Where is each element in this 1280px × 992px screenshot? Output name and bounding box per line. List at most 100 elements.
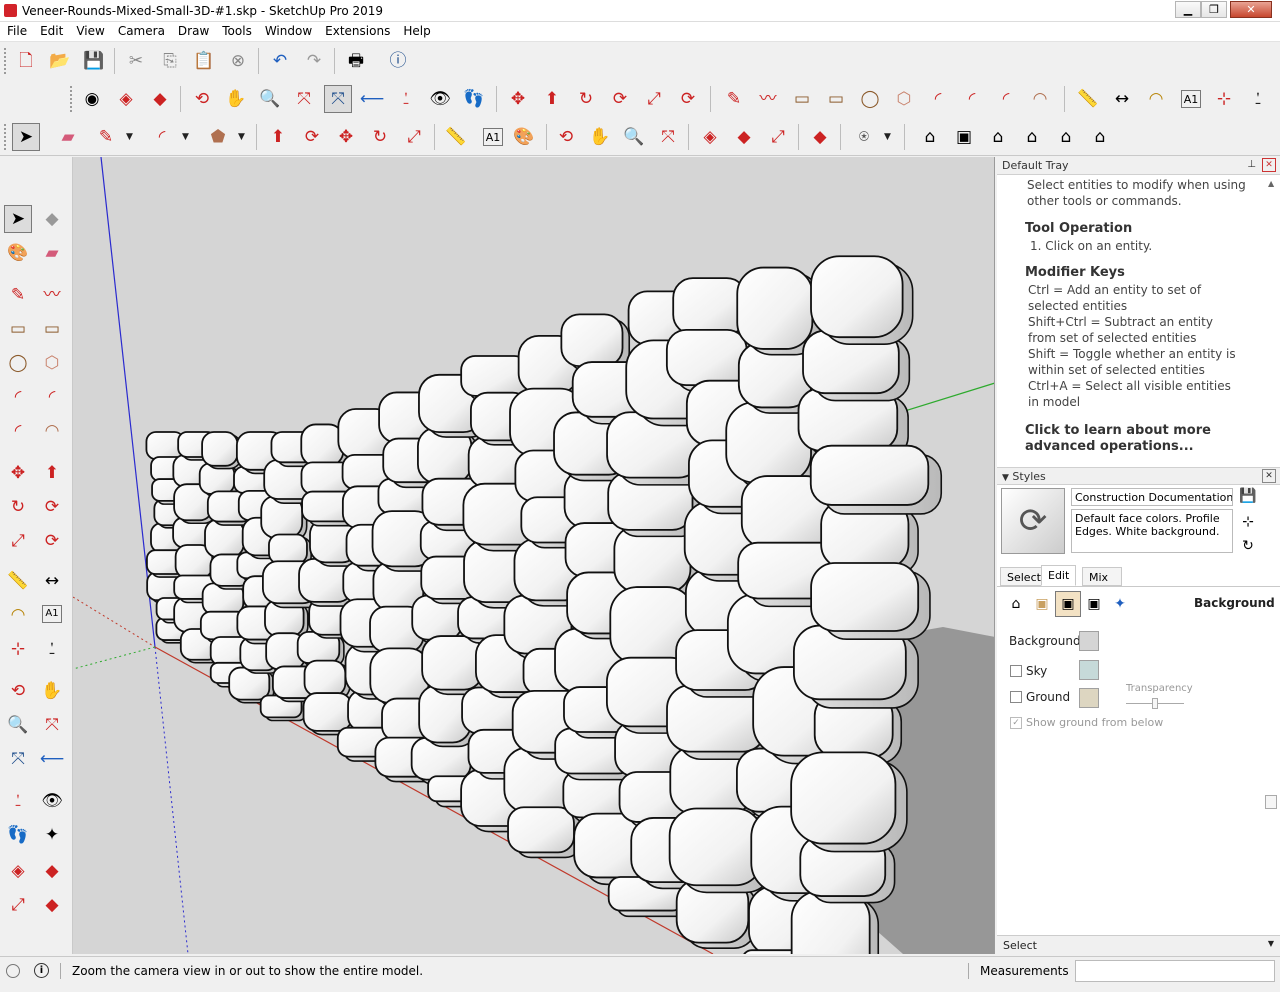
erase-icon[interactable]: ⊗ [224, 47, 252, 75]
section-plane-side-icon[interactable]: ✦ [38, 821, 66, 849]
select-icon[interactable]: ➤ [4, 205, 32, 233]
style-name-field[interactable]: Construction Documentation Sty [1071, 488, 1233, 506]
menu-window[interactable]: Window [258, 22, 318, 38]
zoom-side-icon[interactable]: 🔍 [4, 711, 32, 739]
rectangle-side-icon[interactable]: ▭ [4, 315, 32, 343]
push-pull-tool-icon[interactable]: ⬆ [264, 123, 292, 151]
menu-tools[interactable]: Tools [215, 22, 258, 38]
scale-tool-icon[interactable]: ⤢ [400, 123, 428, 151]
previous-side-icon[interactable]: ⟵ [38, 745, 66, 773]
learn-more-link[interactable]: Click to learn about more advanced opera… [1025, 423, 1225, 455]
style-description-field[interactable]: Default face colors. Profile Edges. Whit… [1071, 509, 1233, 553]
arc-icon[interactable]: ◜ [924, 85, 952, 113]
text-side-icon[interactable]: A1 [42, 605, 62, 623]
2pt-arc-side-icon[interactable]: ◜ [38, 383, 66, 411]
left-view-icon[interactable]: ⌂ [1086, 123, 1114, 151]
rectangle-icon[interactable]: ▭ [788, 85, 816, 113]
extension-warehouse-side-icon[interactable]: ◆ [38, 891, 66, 919]
veneer-stones[interactable] [145, 255, 943, 954]
polygon-side-icon[interactable]: ⬡ [38, 349, 66, 377]
menu-edit[interactable]: Edit [33, 22, 69, 38]
position-camera-side-icon[interactable]: ⍘ [4, 787, 32, 815]
update-style-icon[interactable]: 💾 [1239, 487, 1257, 505]
zoom-window-icon[interactable]: ⤧ [290, 85, 318, 113]
stone[interactable] [810, 255, 914, 346]
cut-icon[interactable]: ✂ [122, 47, 150, 75]
transparency-slider-handle[interactable] [1152, 698, 1158, 709]
sky-color-swatch[interactable] [1079, 660, 1099, 680]
orbit-tool-icon[interactable]: ⟲ [552, 123, 580, 151]
circle-icon[interactable]: ◯ [856, 85, 884, 113]
styles-header[interactable]: ▼ Styles ✕ [997, 467, 1280, 485]
front-view-icon[interactable]: ⌂ [984, 123, 1012, 151]
3d-text-side-icon[interactable]: ⍘ [38, 635, 66, 663]
extension-manager-icon[interactable]: ◆ [730, 123, 758, 151]
zoom-icon[interactable]: 🔍 [256, 85, 284, 113]
select-tool-icon[interactable]: ➤ [12, 123, 40, 151]
text-icon[interactable]: A1 [1181, 90, 1201, 108]
zoom-extents-side-icon[interactable]: ⤧ [4, 745, 32, 773]
extension-side-icon[interactable]: ◆ [38, 857, 66, 885]
eraser-side-icon[interactable]: ▰ [38, 239, 66, 267]
arc-tool-icon[interactable]: ◜ [148, 123, 176, 151]
sky-checkbox[interactable] [1010, 665, 1022, 677]
watermark-settings-icon[interactable]: ▣ [1081, 591, 1107, 617]
background-color-swatch[interactable] [1079, 631, 1099, 651]
right-view-icon[interactable]: ⌂ [1018, 123, 1046, 151]
shape-tool-icon[interactable]: ⬟ [204, 123, 232, 151]
zoom-extents-tool-icon[interactable]: ⤧ [654, 123, 682, 151]
back-view-icon[interactable]: ⌂ [1052, 123, 1080, 151]
warehouse-side-icon[interactable]: ◈ [4, 857, 32, 885]
stone[interactable] [790, 751, 908, 853]
paste-icon[interactable]: 📋 [190, 47, 218, 75]
3d-text-icon[interactable]: ⍘ [1244, 85, 1272, 113]
push-pull-side-icon[interactable]: ⬆ [38, 459, 66, 487]
follow-me-icon[interactable]: ⟳ [606, 85, 634, 113]
measurements-input[interactable] [1075, 960, 1275, 982]
3pt-arc-icon[interactable]: ◜ [992, 85, 1020, 113]
stone[interactable] [201, 431, 243, 470]
modeling-settings-icon[interactable]: ✦ [1107, 591, 1133, 617]
follow-me-side-icon[interactable]: ⟳ [38, 493, 66, 521]
tape-side-icon[interactable]: 📏 [4, 567, 32, 595]
walk-side-icon[interactable]: 👣 [4, 821, 32, 849]
dimension-side-icon[interactable]: ↔ [38, 567, 66, 595]
protractor-side-icon[interactable]: ◠ [4, 601, 32, 629]
rotate-tool-icon[interactable]: ↻ [366, 123, 394, 151]
styles-close-icon[interactable]: ✕ [1262, 469, 1276, 483]
circle-side-icon[interactable]: ◯ [4, 349, 32, 377]
menu-file[interactable]: File [0, 22, 33, 38]
3d-warehouse-icon[interactable]: ◈ [696, 123, 724, 151]
tape-measure-icon[interactable]: 📏 [1074, 85, 1102, 113]
model-viewport[interactable] [73, 157, 995, 954]
2pt-arc-icon[interactable]: ◜ [958, 85, 986, 113]
tray-scroll-thumb[interactable] [1265, 795, 1277, 809]
menu-view[interactable]: View [69, 22, 110, 38]
move-side-icon[interactable]: ✥ [4, 459, 32, 487]
top-view-icon[interactable]: ▣ [950, 123, 978, 151]
component-icon[interactable]: ◆ [38, 205, 66, 233]
send-to-layout-icon[interactable]: ⤢ [764, 123, 792, 151]
model-info-icon[interactable]: ⓘ [384, 47, 412, 75]
look-around-icon[interactable]: 👁 [426, 85, 454, 113]
extension-warehouse-icon[interactable]: ◆ [146, 85, 174, 113]
protractor-icon[interactable]: ◠ [1142, 85, 1170, 113]
line-icon[interactable]: ✎ [720, 85, 748, 113]
eraser-icon[interactable]: ▰ [54, 123, 82, 151]
toolbar-grip[interactable] [4, 48, 8, 74]
tray-bottom-panel[interactable]: Select ▼ [997, 935, 1280, 954]
zoom-window-side-icon[interactable]: ⤧ [38, 711, 66, 739]
pencil-icon[interactable]: ✎ [4, 281, 32, 309]
extension-warehouse-tool-icon[interactable]: ◆ [806, 123, 834, 151]
toolbar-grip[interactable] [4, 124, 8, 150]
text-tool-icon[interactable]: A1 [483, 128, 503, 146]
offset-tool-icon[interactable]: ⟳ [298, 123, 326, 151]
stone[interactable] [810, 562, 931, 641]
stone-veneer-model[interactable] [73, 157, 995, 954]
paint-bucket-icon[interactable]: 🎨 [510, 123, 538, 151]
orbit-side-icon[interactable]: ⟲ [4, 677, 32, 705]
offset-side-icon[interactable]: ⟳ [38, 527, 66, 555]
toolbar-grip[interactable] [70, 86, 74, 112]
menu-extensions[interactable]: Extensions [318, 22, 396, 38]
warehouse-icon[interactable]: ◈ [112, 85, 140, 113]
